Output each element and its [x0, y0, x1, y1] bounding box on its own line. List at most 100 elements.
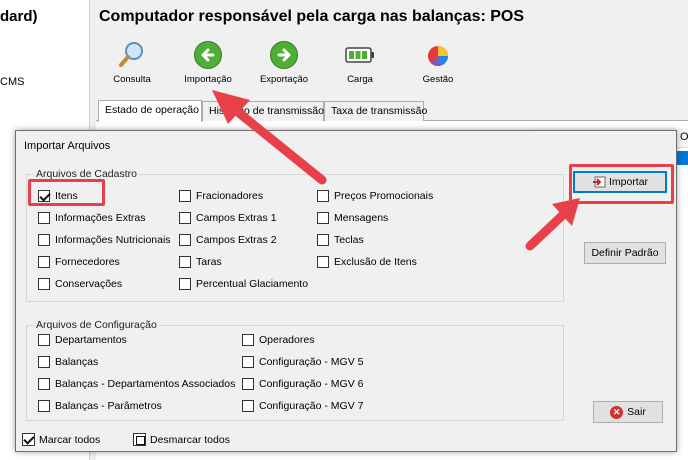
importar-button[interactable]: Importar	[573, 171, 667, 193]
checkbox-label: Balanças - Parâmetros	[55, 400, 162, 412]
marcar-todos-label: Marcar todos	[39, 433, 101, 446]
checkbox-exclusao-itens[interactable]: Exclusão de Itens	[317, 256, 417, 268]
checkbox-box[interactable]	[242, 334, 254, 346]
checkbox-mensagens[interactable]: Mensagens	[317, 212, 388, 224]
checkbox-config-mgv5[interactable]: Configuração - MGV 5	[242, 356, 363, 368]
checkbox-percentual-glaciamento[interactable]: Percentual Glaciamento	[179, 278, 308, 290]
checkbox-campos-extras-1[interactable]: Campos Extras 1	[179, 212, 277, 224]
consulta-button[interactable]: Consulta	[96, 40, 168, 92]
check-all-icon	[22, 433, 35, 446]
checkbox-label: Configuração - MGV 7	[259, 400, 364, 412]
uncheck-all-icon	[133, 433, 146, 446]
configuracao-group-title: Arquivos de Configuração	[34, 319, 159, 331]
checkbox-box[interactable]	[38, 212, 50, 224]
checkbox-departamentos[interactable]: Departamentos	[38, 334, 127, 346]
desmarcar-todos-label: Desmarcar todos	[150, 433, 230, 446]
checkbox-precos-promocionais[interactable]: Preços Promocionais	[317, 190, 433, 202]
checkbox-box[interactable]	[317, 190, 329, 202]
import-icon	[592, 176, 606, 188]
checkbox-operadores[interactable]: Operadores	[242, 334, 314, 346]
checkbox-label: Informações Nutricionais	[55, 234, 171, 246]
checkbox-box[interactable]	[242, 356, 254, 368]
checkbox-label: Conservações	[55, 278, 123, 290]
sair-label: Sair	[627, 406, 646, 418]
checkbox-box[interactable]	[38, 234, 50, 246]
arrow-left-icon	[193, 40, 223, 70]
dialog-title: Importar Arquivos	[24, 140, 111, 152]
checkbox-box[interactable]	[179, 234, 191, 246]
sair-button[interactable]: ✕ Sair	[593, 401, 663, 423]
checkbox-label: Itens	[55, 190, 78, 202]
carga-button[interactable]: Carga	[324, 40, 396, 92]
checkbox-label: Campos Extras 1	[196, 212, 277, 224]
checkbox-box[interactable]	[317, 256, 329, 268]
definir-padrao-button[interactable]: Definir Padrão	[584, 242, 666, 264]
pie-chart-icon	[423, 40, 453, 70]
gestao-button[interactable]: Gestão	[402, 40, 474, 92]
importar-arquivos-dialog: Importar Arquivos Arquivos de Cadastro I…	[15, 130, 677, 452]
checkbox-campos-extras-2[interactable]: Campos Extras 2	[179, 234, 277, 246]
checkbox-box[interactable]	[242, 400, 254, 412]
left-pane-title: dard)	[0, 8, 38, 25]
checkbox-balancas-parametros[interactable]: Balanças - Parâmetros	[38, 400, 162, 412]
checkbox-fornecedores[interactable]: Fornecedores	[38, 256, 120, 268]
selected-row[interactable]	[676, 151, 688, 165]
checkbox-label: Balanças - Departamentos Associados	[55, 378, 236, 390]
desmarcar-todos-button[interactable]: Desmarcar todos	[133, 433, 230, 446]
checkbox-config-mgv6[interactable]: Configuração - MGV 6	[242, 378, 363, 390]
checkbox-teclas[interactable]: Teclas	[317, 234, 364, 246]
toolbar: Consulta Importação Exportação Carga Ges…	[96, 40, 688, 92]
checkbox-box[interactable]	[179, 212, 191, 224]
checkbox-label: Preços Promocionais	[334, 190, 434, 202]
checkbox-label: Operadores	[259, 334, 315, 346]
consulta-label: Consulta	[113, 74, 151, 85]
battery-icon	[345, 40, 375, 70]
checkbox-conservacoes[interactable]: Conservações	[38, 278, 122, 290]
marcar-todos-button[interactable]: Marcar todos	[22, 433, 100, 446]
importacao-label: Importação	[184, 74, 232, 85]
checkbox-balancas-departamentos[interactable]: Balanças - Departamentos Associados	[38, 378, 235, 390]
checkbox-label: Informações Extras	[55, 212, 146, 224]
checkbox-box[interactable]	[179, 278, 191, 290]
checkbox-label: Configuração - MGV 5	[259, 356, 364, 368]
tab-historico-transmissao[interactable]: Histórico de transmissão	[202, 101, 324, 121]
definir-padrao-label: Definir Padrão	[591, 247, 659, 259]
checkbox-box[interactable]	[38, 356, 50, 368]
checkbox-label: Departamentos	[55, 334, 127, 346]
checkbox-box[interactable]	[38, 278, 50, 290]
checkbox-label: Balanças	[55, 356, 99, 368]
checkbox-informacoes-nutricionais[interactable]: Informações Nutricionais	[38, 234, 171, 246]
checkbox-label: Percentual Glaciamento	[196, 278, 309, 290]
checkbox-informacoes-extras[interactable]: Informações Extras	[38, 212, 145, 224]
checkbox-box[interactable]	[38, 400, 50, 412]
checkbox-box[interactable]	[242, 378, 254, 390]
checkbox-balancas[interactable]: Balanças	[38, 356, 98, 368]
checkbox-label: Mensagens	[334, 212, 389, 224]
checkbox-box[interactable]	[179, 190, 191, 202]
checkbox-box[interactable]	[38, 334, 50, 346]
importacao-button[interactable]: Importação	[172, 40, 244, 92]
checkbox-box[interactable]	[317, 234, 329, 246]
magnifier-icon	[117, 40, 147, 70]
importar-label: Importar	[608, 176, 649, 188]
left-pane-item[interactable]: CMS	[0, 76, 24, 88]
window-title: Computador responsável pela carga nas ba…	[99, 8, 525, 25]
checkbox-itens[interactable]: Itens	[38, 190, 78, 202]
tab-estado-operacao[interactable]: Estado de operação	[98, 100, 202, 122]
checkbox-label: Teclas	[334, 234, 364, 246]
checkbox-box[interactable]	[179, 256, 191, 268]
checkbox-box[interactable]	[38, 256, 50, 268]
checkbox-config-mgv7[interactable]: Configuração - MGV 7	[242, 400, 363, 412]
checkbox-fracionadores[interactable]: Fracionadores	[179, 190, 263, 202]
checkbox-box[interactable]	[38, 190, 50, 202]
checkbox-box[interactable]	[317, 212, 329, 224]
checkbox-label: Campos Extras 2	[196, 234, 277, 246]
checkbox-taras[interactable]: Taras	[179, 256, 222, 268]
arrow-right-icon	[269, 40, 299, 70]
checkbox-box[interactable]	[38, 378, 50, 390]
exportacao-button[interactable]: Exportação	[248, 40, 320, 92]
tab-taxa-transmissao[interactable]: Taxa de transmissão	[324, 101, 427, 121]
exportacao-label: Exportação	[259, 74, 309, 85]
checkbox-label: Fornecedores	[55, 256, 120, 268]
close-icon: ✕	[610, 405, 624, 419]
